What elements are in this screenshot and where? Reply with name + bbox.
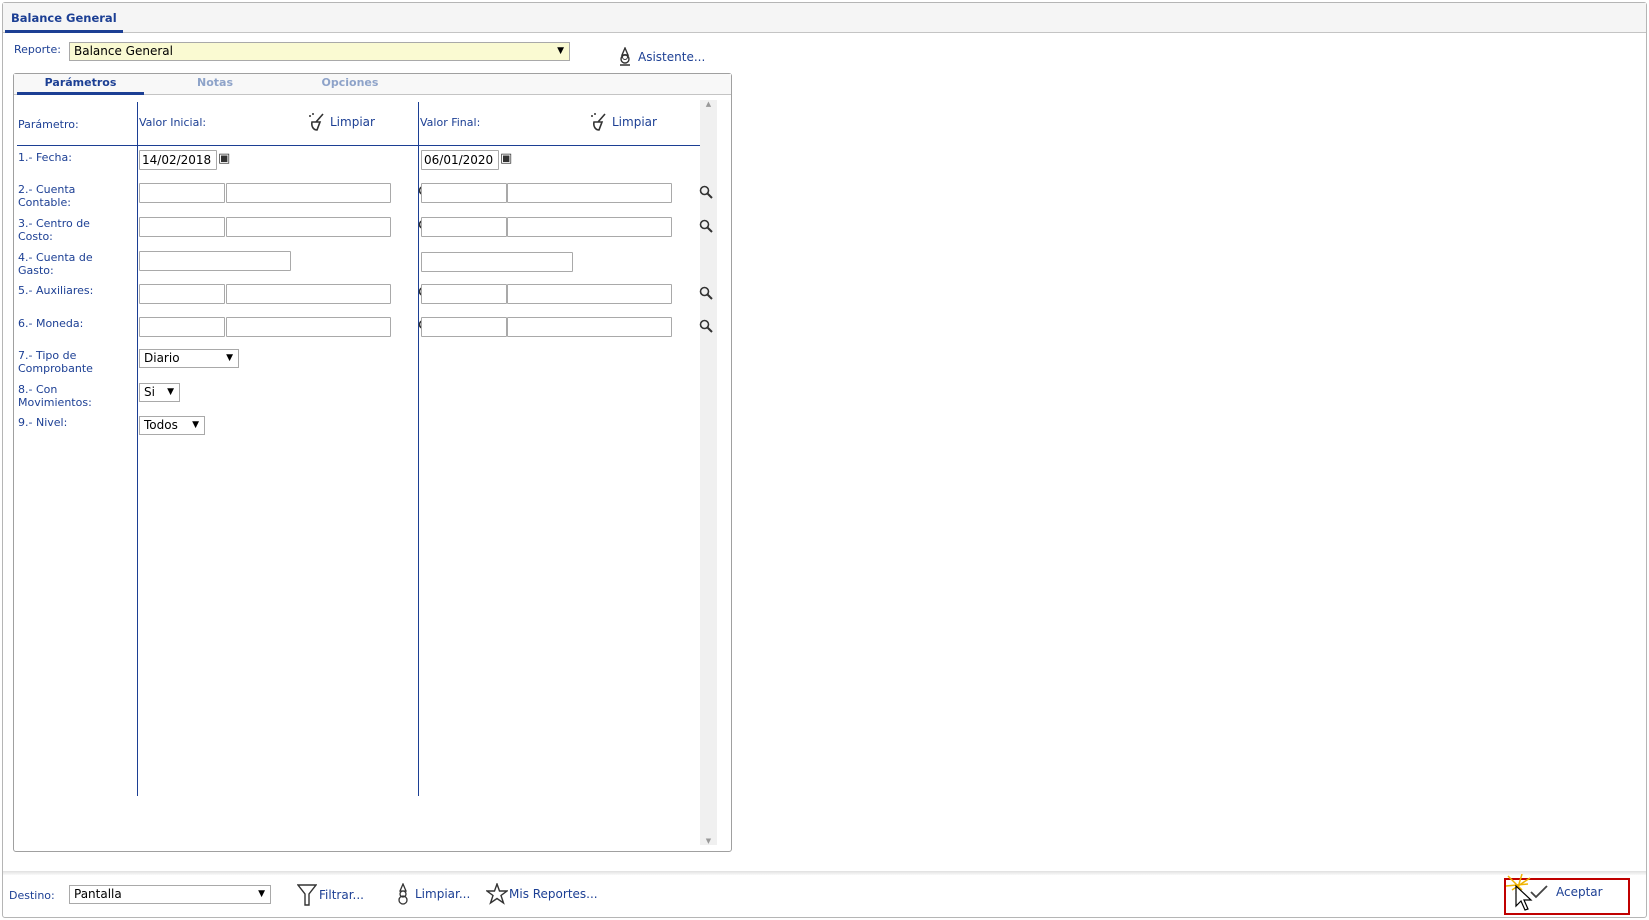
tipo-comprobante-value: Diario bbox=[144, 351, 180, 365]
cuenta-contable-final-description-input[interactable] bbox=[507, 183, 672, 203]
footer-separator bbox=[3, 871, 1646, 875]
destination-label: Destino: bbox=[9, 889, 55, 902]
mouse-cursor-icon bbox=[1506, 874, 1533, 911]
auxiliares-initial-code-input[interactable] bbox=[139, 284, 225, 304]
broom-icon bbox=[309, 113, 324, 131]
filter-label: Filtrar... bbox=[319, 888, 364, 902]
clear-all-label: Limpiar... bbox=[415, 887, 471, 901]
final-column-header: Valor Final: bbox=[420, 116, 481, 129]
auxiliares-initial-description-input[interactable] bbox=[226, 284, 391, 304]
search-icon[interactable] bbox=[699, 185, 713, 202]
centro-costo-final-description-input[interactable] bbox=[507, 217, 672, 237]
fecha-initial-input[interactable]: 14/02/2018 bbox=[139, 150, 217, 170]
wizard-icon bbox=[398, 883, 408, 905]
vertical-scrollbar[interactable]: ▲ ▼ bbox=[700, 100, 717, 845]
cuenta-contable-initial-description-input[interactable] bbox=[226, 183, 391, 203]
filter-button[interactable]: Filtrar... bbox=[297, 883, 364, 907]
clear-label: Limpiar bbox=[330, 115, 375, 129]
auxiliares-final-code-input[interactable] bbox=[421, 284, 507, 304]
moneda-final-description-input[interactable] bbox=[507, 317, 672, 337]
top-tab-bar bbox=[3, 3, 1646, 33]
wizard-button[interactable]: Asistente... bbox=[615, 47, 705, 67]
destination-select[interactable]: Pantalla ▼ bbox=[69, 885, 271, 904]
header-divider bbox=[17, 145, 700, 146]
nivel-select[interactable]: Todos ▼ bbox=[139, 416, 205, 435]
fecha-final-input[interactable]: 06/01/2020 bbox=[421, 150, 499, 170]
calendar-icon[interactable]: ▣ bbox=[500, 151, 512, 166]
param-label-auxiliares: 5.- Auxiliares: bbox=[18, 284, 94, 297]
search-icon[interactable] bbox=[699, 219, 713, 236]
accept-button[interactable]: Aceptar bbox=[1530, 884, 1603, 900]
wizard-label: Asistente... bbox=[638, 50, 706, 64]
centro-costo-final-code-input[interactable] bbox=[421, 217, 507, 237]
param-label-cuenta-contable: 2.- Cuenta Contable: bbox=[18, 183, 76, 209]
report-select[interactable]: Balance General ▼ bbox=[69, 42, 570, 61]
cuenta-gasto-initial-input[interactable] bbox=[139, 251, 291, 271]
chevron-down-icon: ▼ bbox=[258, 889, 265, 899]
con-movimientos-value: Si bbox=[144, 385, 155, 399]
param-label-moneda: 6.- Moneda: bbox=[18, 317, 84, 330]
param-label-fecha: 1.- Fecha: bbox=[18, 151, 72, 164]
cuenta-gasto-final-input[interactable] bbox=[421, 252, 573, 272]
search-icon[interactable] bbox=[699, 286, 713, 303]
destination-value: Pantalla bbox=[74, 887, 122, 901]
calendar-icon[interactable]: ▣ bbox=[218, 151, 230, 166]
param-label-cuenta-gasto: 4.- Cuenta de Gasto: bbox=[18, 251, 93, 277]
moneda-final-code-input[interactable] bbox=[421, 317, 507, 337]
cuenta-contable-initial-code-input[interactable] bbox=[139, 183, 225, 203]
report-label: Reporte: bbox=[14, 43, 61, 56]
chevron-down-icon: ▼ bbox=[557, 46, 564, 56]
param-label-nivel: 9.- Nivel: bbox=[18, 416, 68, 429]
clear-initial-button[interactable]: Limpiar bbox=[307, 112, 375, 132]
param-label-tipo-comprobante: 7.- Tipo de Comprobante bbox=[18, 349, 93, 375]
initial-column-header: Valor Inicial: bbox=[139, 116, 207, 129]
chevron-down-icon: ▼ bbox=[226, 353, 233, 363]
column-divider bbox=[418, 102, 419, 796]
broom-icon bbox=[591, 113, 606, 131]
tab-notas[interactable]: Notas bbox=[180, 76, 250, 89]
star-icon bbox=[486, 883, 508, 905]
chevron-down-icon: ▼ bbox=[167, 387, 174, 397]
param-label-con-movimientos: 8.- Con Movimientos: bbox=[18, 383, 92, 409]
report-value: Balance General bbox=[74, 44, 173, 58]
clear-all-button[interactable]: Limpiar... bbox=[393, 883, 470, 905]
auxiliares-final-description-input[interactable] bbox=[507, 284, 672, 304]
column-divider bbox=[137, 102, 138, 796]
param-label-centro-costo: 3.- Centro de Costo: bbox=[18, 217, 90, 243]
moneda-initial-code-input[interactable] bbox=[139, 317, 225, 337]
tab-opciones[interactable]: Opciones bbox=[310, 76, 390, 89]
tab-parametros[interactable]: Parámetros bbox=[17, 76, 144, 95]
my-reports-button[interactable]: Mis Reportes... bbox=[486, 883, 598, 905]
nivel-value: Todos bbox=[144, 418, 178, 432]
filter-icon bbox=[297, 884, 317, 906]
centro-costo-initial-code-input[interactable] bbox=[139, 217, 225, 237]
centro-costo-initial-description-input[interactable] bbox=[226, 217, 391, 237]
con-movimientos-select[interactable]: Si ▼ bbox=[139, 383, 180, 402]
clear-label: Limpiar bbox=[612, 115, 657, 129]
accept-label: Aceptar bbox=[1556, 885, 1603, 899]
search-icon[interactable] bbox=[699, 319, 713, 336]
wizard-icon bbox=[620, 47, 630, 66]
tab-balance-general[interactable]: Balance General bbox=[5, 3, 123, 33]
param-column-header: Parámetro: bbox=[18, 118, 79, 131]
cuenta-contable-final-code-input[interactable] bbox=[421, 183, 507, 203]
moneda-initial-description-input[interactable] bbox=[226, 317, 391, 337]
tipo-comprobante-select[interactable]: Diario ▼ bbox=[139, 349, 239, 368]
my-reports-label: Mis Reportes... bbox=[509, 887, 598, 901]
chevron-down-icon: ▼ bbox=[192, 420, 199, 430]
clear-final-button[interactable]: Limpiar bbox=[589, 112, 657, 132]
